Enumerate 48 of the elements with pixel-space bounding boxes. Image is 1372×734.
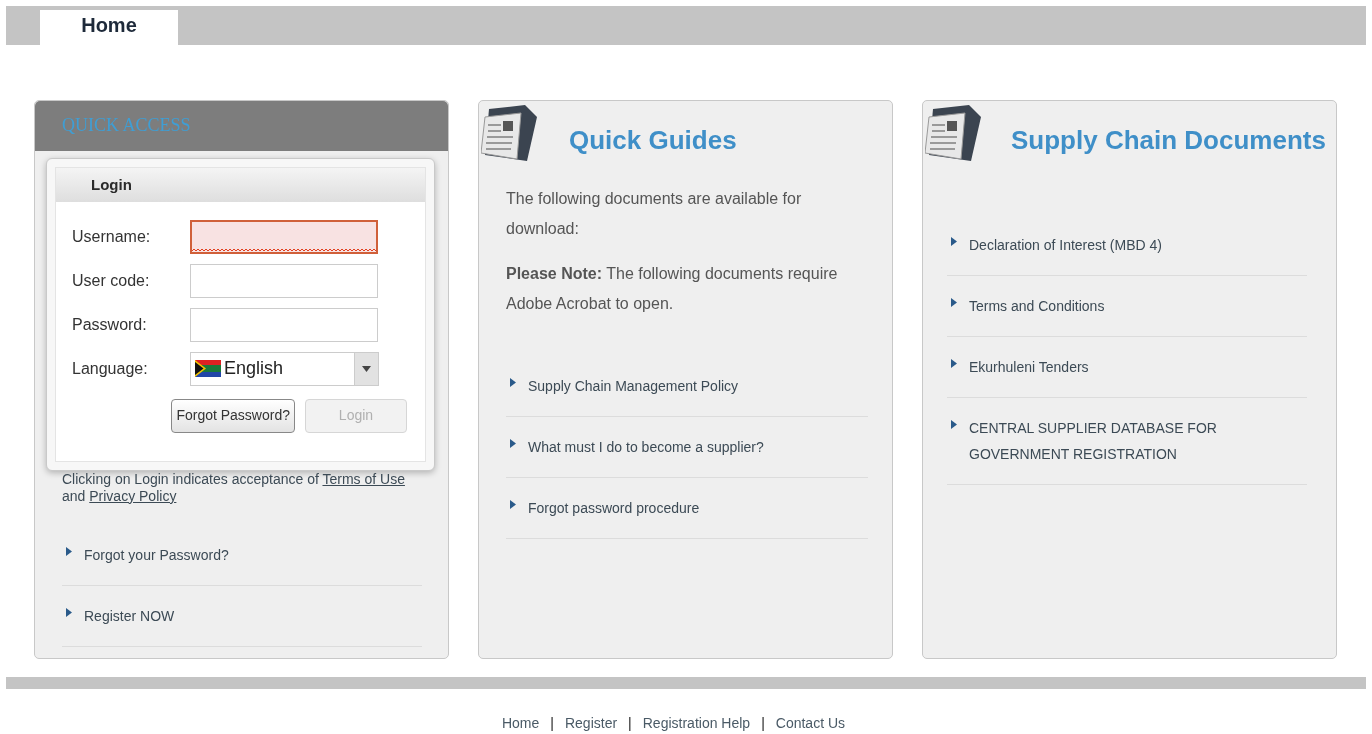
field-label: Username: (72, 226, 152, 247)
input-field[interactable] (190, 307, 378, 342)
bullet-icon (951, 297, 957, 307)
document-link[interactable]: What must I do to become a supplier? (528, 433, 764, 460)
field-label: Password: (72, 314, 148, 335)
separator-text: | (627, 714, 633, 733)
note-text: Please Note: The following documents require Adobe Acrobat to open. (506, 263, 839, 314)
bullet-icon (510, 438, 516, 448)
bullet-icon (951, 358, 957, 368)
intro-text: The following documents are available for download: (506, 188, 803, 239)
field-label: User code: (72, 270, 151, 291)
footer-link[interactable]: Register (564, 713, 618, 734)
dropdown-button[interactable] (354, 352, 378, 385)
bullet-icon (510, 377, 516, 387)
document-link[interactable]: Declaration of Interest (MBD 4) (969, 231, 1162, 258)
bullet-icon (66, 607, 72, 617)
footer-link[interactable]: Registration Help (642, 713, 751, 734)
separator-text: | (549, 714, 555, 733)
input-field[interactable] (190, 263, 378, 298)
footer-link[interactable]: Home (501, 713, 540, 734)
document-link[interactable]: Forgot password procedure (528, 494, 700, 521)
form-button[interactable]: Forgot Password? (171, 398, 295, 433)
login-title: Login (91, 174, 132, 195)
document-link[interactable]: Supply Chain Management Policy (528, 372, 739, 399)
bullet-icon (510, 499, 516, 509)
document-link[interactable]: CENTRAL SUPPLIER DATABASE FOR GOVERNMENT REGISTRATION (969, 414, 1259, 467)
document-link[interactable]: Terms and Conditions (969, 292, 1105, 319)
panel-title: Quick Guides (569, 123, 738, 157)
input-field[interactable] (190, 219, 378, 254)
flag-icon (195, 360, 221, 378)
document-link[interactable]: Forgot your Password? (84, 541, 229, 568)
panel-title: QUICK ACCESS (62, 114, 191, 138)
policy-link[interactable]: Privacy Policy (89, 487, 177, 504)
bullet-icon (951, 419, 957, 429)
field-label: Language: (72, 358, 149, 379)
separator-text: | (760, 714, 766, 733)
bullet-icon (951, 236, 957, 246)
language-select[interactable]: English (190, 351, 379, 386)
tab[interactable]: Home (40, 9, 178, 45)
select-value: English (224, 357, 285, 381)
footer-link[interactable]: Contact Us (775, 713, 846, 734)
policy-link[interactable]: Terms of Use (322, 470, 405, 487)
chevron-down-icon (362, 365, 371, 372)
terms-note: Clicking on Login indicates acceptance of Terms of Use and Privacy Policy (62, 470, 406, 505)
bullet-icon (66, 546, 72, 556)
document-link[interactable]: Register NOW (84, 602, 175, 629)
document-link[interactable]: Ekurhuleni Tenders (969, 353, 1089, 380)
panel-title: Supply Chain Documents (1011, 123, 1326, 157)
